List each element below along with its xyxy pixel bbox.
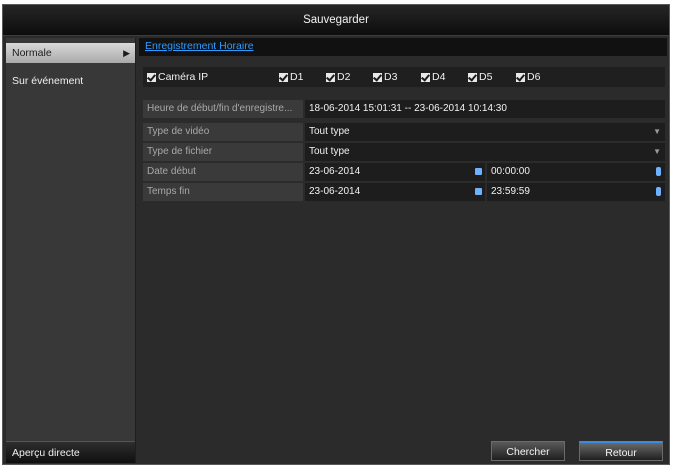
sidebar-item-normale[interactable]: Normale ▶: [6, 43, 135, 63]
video-type-row: Type de vidéo Tout type ▼: [143, 123, 665, 141]
sidebar-item-sur-evenement[interactable]: Sur événement: [6, 71, 135, 91]
checkbox-label: D3: [384, 71, 398, 83]
camera-ip-checkbox[interactable]: Caméra IP: [147, 71, 208, 83]
calendar-icon[interactable]: [475, 168, 482, 175]
chevron-down-icon: ▼: [653, 127, 661, 136]
backup-window: Sauvegarder Normale ▶ Sur événement Aper…: [2, 4, 670, 465]
record-range-row: Heure de début/fin d'enregistre... 18-06…: [143, 100, 665, 118]
search-button[interactable]: Chercher: [491, 441, 565, 461]
sidebar-item-label: Sur événement: [12, 75, 84, 87]
time-value: 00:00:00: [491, 166, 530, 177]
checkbox-checked-icon: [468, 72, 477, 82]
spinner-icon[interactable]: [656, 187, 661, 196]
channel-checkbox-d2[interactable]: D2: [326, 71, 350, 83]
window-title: Sauvegarder: [3, 5, 669, 36]
record-range-label: Heure de début/fin d'enregistre...: [143, 100, 303, 118]
date-value: 23-06-2014: [309, 186, 361, 197]
start-date-row: Date début 23-06-2014 00:00:00: [143, 163, 665, 181]
checkbox-label: D6: [527, 71, 541, 83]
checkbox-label: Caméra IP: [158, 71, 209, 83]
file-type-label: Type de fichier: [143, 143, 303, 161]
time-value: 23:59:59: [491, 186, 530, 197]
checkbox-label: D5: [479, 71, 493, 83]
start-date-label: Date début: [143, 163, 303, 181]
file-type-select[interactable]: Tout type ▼: [305, 143, 665, 161]
video-type-label: Type de vidéo: [143, 123, 303, 141]
sidebar-item-label: Normale: [12, 47, 52, 59]
checkbox-checked-icon: [326, 72, 335, 82]
select-value: Tout type: [309, 146, 350, 157]
spinner-icon[interactable]: [656, 167, 661, 176]
select-value: Tout type: [309, 126, 350, 137]
end-date-row: Temps fin 23-06-2014 23:59:59: [143, 183, 665, 201]
record-range-value: 18-06-2014 15:01:31 -- 23-06-2014 10:14:…: [305, 100, 665, 118]
checkbox-label: D2: [337, 71, 351, 83]
date-value: 23-06-2014: [309, 166, 361, 177]
end-date-input[interactable]: 23-06-2014: [305, 183, 485, 201]
checkbox-checked-icon: [516, 72, 525, 82]
checkbox-checked-icon: [421, 72, 430, 82]
file-type-row: Type de fichier Tout type ▼: [143, 143, 665, 161]
checkbox-label: D1: [290, 71, 304, 83]
chevron-down-icon: ▼: [653, 147, 661, 156]
channel-checkbox-d4[interactable]: D4: [421, 71, 445, 83]
channel-checkbox-d1[interactable]: D1: [279, 71, 303, 83]
calendar-icon[interactable]: [475, 188, 482, 195]
main-panel: Enregistrement Horaire Caméra IP D1 D2 D…: [139, 38, 667, 463]
end-time-input[interactable]: 23:59:59: [487, 183, 665, 201]
camera-selection-row: Caméra IP D1 D2 D3 D4 D5 D6: [143, 67, 665, 87]
checkbox-checked-icon: [279, 72, 288, 82]
video-type-select[interactable]: Tout type ▼: [305, 123, 665, 141]
end-date-label: Temps fin: [143, 183, 303, 201]
live-view-button[interactable]: Aperçu directe: [6, 441, 135, 463]
tab-bar: Enregistrement Horaire: [139, 38, 667, 56]
tab-enregistrement-horaire[interactable]: Enregistrement Horaire: [145, 40, 254, 52]
sidebar: Normale ▶ Sur événement Aperçu directe: [6, 38, 136, 463]
start-time-input[interactable]: 00:00:00: [487, 163, 665, 181]
channel-checkbox-d5[interactable]: D5: [468, 71, 492, 83]
chevron-right-icon: ▶: [123, 48, 130, 58]
channel-checkbox-d3[interactable]: D3: [373, 71, 397, 83]
start-date-input[interactable]: 23-06-2014: [305, 163, 485, 181]
checkbox-checked-icon: [147, 72, 156, 82]
checkbox-checked-icon: [373, 72, 382, 82]
channel-checkbox-d6[interactable]: D6: [516, 71, 540, 83]
checkbox-label: D4: [432, 71, 446, 83]
back-button[interactable]: Retour: [579, 441, 663, 461]
